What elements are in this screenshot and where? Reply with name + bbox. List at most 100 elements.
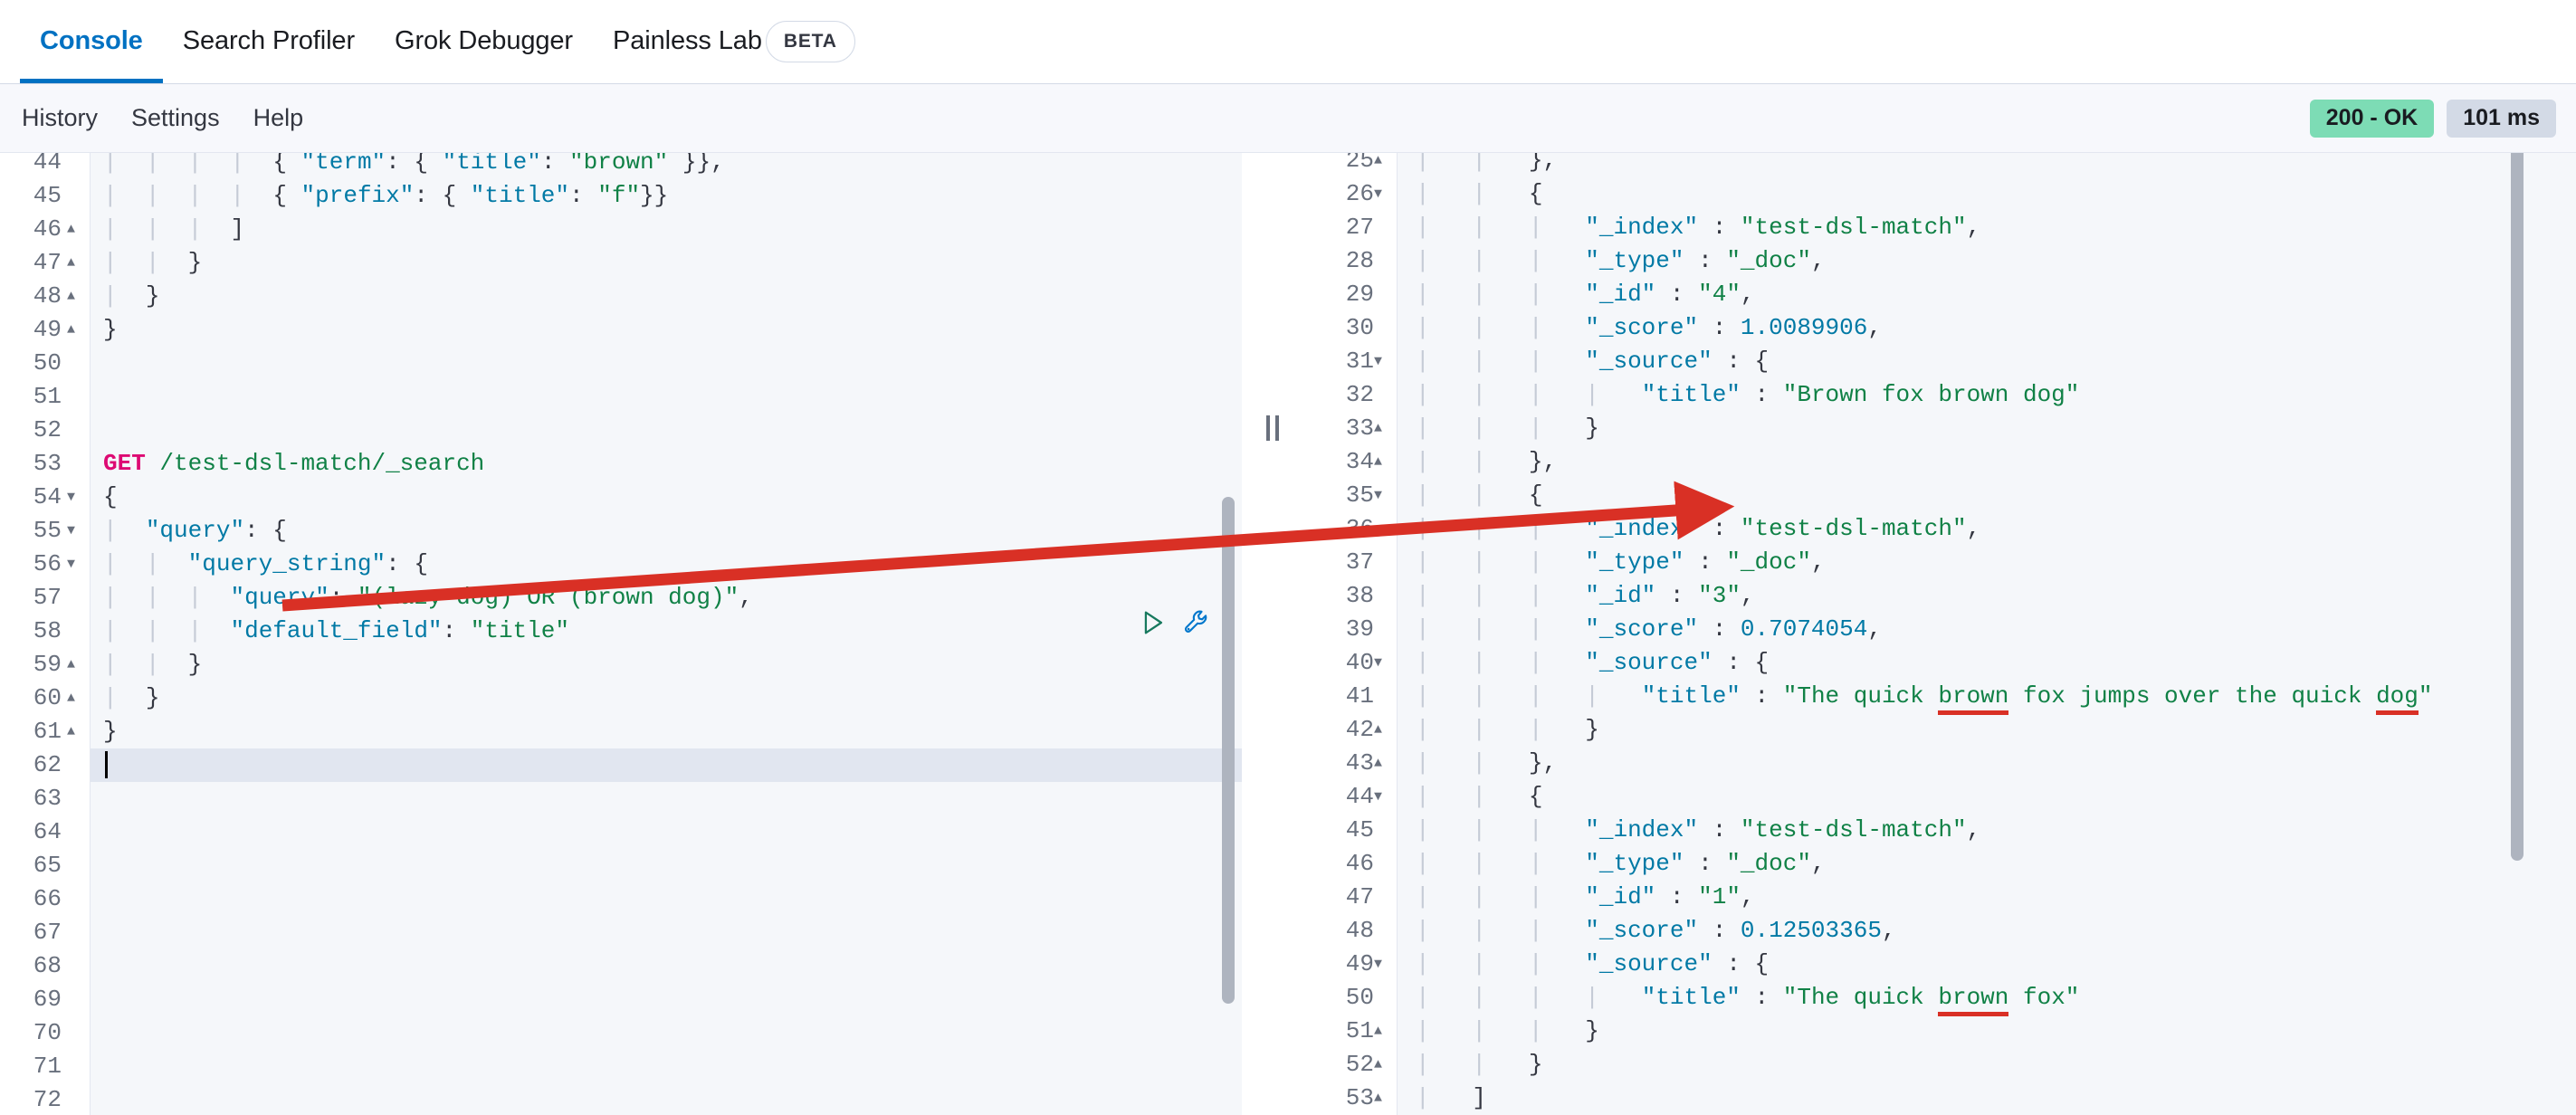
fold-toggle-icon[interactable]: ▲ xyxy=(1374,1048,1382,1082)
editor-line[interactable]: 71 xyxy=(0,1050,1242,1083)
editor-line-text: | | | "default_field": "title" xyxy=(103,617,569,644)
line-number: 48 xyxy=(33,282,62,310)
fold-toggle-icon[interactable]: ▲ xyxy=(1374,1015,1382,1048)
editor-line[interactable]: 49 ▲} xyxy=(0,313,1242,347)
tab-grok-debugger[interactable]: Grok Debugger xyxy=(375,0,593,83)
editor-line[interactable]: 58 | | | "default_field": "title" xyxy=(0,615,1242,648)
response-line: 25 ▲ | | }, xyxy=(1303,153,2576,177)
response-line: 38 | | | "_id" : "3", xyxy=(1303,579,2576,613)
editor-line[interactable]: 61 ▲} xyxy=(0,715,1242,748)
tab-search-profiler[interactable]: Search Profiler xyxy=(163,0,375,83)
response-line-text: | | | "_index" : "test-dsl-match", xyxy=(1416,214,1981,241)
pane-divider[interactable] xyxy=(1242,153,1303,1115)
line-number: 33 xyxy=(1345,415,1374,442)
request-vertical-scrollbar[interactable] xyxy=(1222,497,1235,1004)
editor-line[interactable]: 57 | | | "query": "(lazy dog) OR (brown d… xyxy=(0,581,1242,615)
editor-line[interactable]: 44 | | | | { "term": { "title": "brown" }… xyxy=(0,153,1242,179)
response-line-text: | | | "_index" : "test-dsl-match", xyxy=(1416,816,1981,843)
fold-toggle-icon[interactable]: ▼ xyxy=(67,514,75,548)
fold-toggle-icon[interactable]: ▲ xyxy=(1374,713,1382,747)
status-badge-code: 200 - OK xyxy=(2309,99,2435,138)
editor-line[interactable]: 64 xyxy=(0,815,1242,849)
line-number: 45 xyxy=(33,182,62,209)
response-viewer-code[interactable]: 25 ▲ | | }, 26 ▼ | | {27 | | | "_index" : "tes… xyxy=(1303,153,2576,1115)
editor-line-text: | | | "query": "(lazy dog) OR (brown dog… xyxy=(103,584,753,611)
split-drag-handle[interactable] xyxy=(1266,415,1279,441)
tab-console[interactable]: Console xyxy=(20,0,163,83)
response-line-text: | | | | "title" : "The quick brown fox" xyxy=(1398,981,2079,1016)
editor-line[interactable]: 72 xyxy=(0,1083,1242,1115)
line-number: 25 xyxy=(1345,153,1374,174)
editor-line[interactable]: 54 ▼ { xyxy=(0,481,1242,514)
editor-line[interactable]: 55 ▼ | "query": { xyxy=(0,514,1242,548)
request-editor-code[interactable]: 44 | | | | { "term": { "title": "brown" }… xyxy=(0,153,1242,1115)
fold-toggle-icon[interactable]: ▲ xyxy=(67,648,75,681)
toolbar-item-history[interactable]: History xyxy=(22,104,98,132)
line-number: 47 xyxy=(1345,883,1374,910)
editor-line[interactable]: 66 xyxy=(0,882,1242,916)
editor-line[interactable]: 60 ▲ | } xyxy=(0,681,1242,715)
drag-handle-bar xyxy=(1275,415,1279,441)
editor-line[interactable]: 51 xyxy=(0,380,1242,414)
editor-line[interactable]: 50 xyxy=(0,347,1242,380)
line-number: 30 xyxy=(1345,314,1374,341)
editor-line[interactable]: 68 xyxy=(0,949,1242,983)
editor-line[interactable]: 47 ▲ | | } xyxy=(0,246,1242,280)
fold-toggle-icon[interactable]: ▲ xyxy=(67,681,75,715)
fold-toggle-icon[interactable]: ▲ xyxy=(1374,445,1382,479)
fold-toggle-icon[interactable]: ▼ xyxy=(1374,780,1382,814)
fold-toggle-icon[interactable]: ▲ xyxy=(1374,747,1382,780)
line-number: 44 xyxy=(33,153,62,176)
fold-toggle-icon[interactable]: ▲ xyxy=(67,313,75,347)
editor-line-text xyxy=(91,748,122,782)
response-line-text: | | | | "title" : "The quick brown fox j… xyxy=(1398,680,2432,715)
editor-line[interactable]: 62 xyxy=(0,748,1242,782)
line-number: 48 xyxy=(1345,917,1374,944)
fold-toggle-icon[interactable]: ▲ xyxy=(1374,1082,1382,1115)
editor-line[interactable]: 56 ▼ | | "query_string": { xyxy=(0,548,1242,581)
editor-line[interactable]: 52 xyxy=(0,414,1242,447)
wrench-icon[interactable] xyxy=(1182,607,1213,638)
fold-toggle-icon[interactable]: ▲ xyxy=(67,246,75,280)
editor-line[interactable]: 53 GET /test-dsl-match/_search xyxy=(0,447,1242,481)
response-line-text: | | }, xyxy=(1416,749,1558,777)
editor-line[interactable]: 70 xyxy=(0,1016,1242,1050)
editor-line[interactable]: 45 | | | | { "prefix": { "title": "f"}} xyxy=(0,179,1242,213)
editor-line[interactable]: 63 xyxy=(0,782,1242,815)
fold-toggle-icon[interactable]: ▼ xyxy=(1374,948,1382,981)
response-line-text: | | { xyxy=(1416,783,1543,810)
fold-toggle-icon[interactable]: ▲ xyxy=(1374,153,1382,177)
editor-line[interactable]: 65 xyxy=(0,849,1242,882)
tab-painless-lab[interactable]: Painless Lab BETA xyxy=(593,0,875,83)
editor-line[interactable]: 67 xyxy=(0,916,1242,949)
fold-toggle-icon[interactable]: ▲ xyxy=(67,280,75,313)
fold-toggle-icon[interactable]: ▼ xyxy=(67,548,75,581)
response-line: 42 ▲ | | | } xyxy=(1303,713,2576,747)
editor-line[interactable]: 69 xyxy=(0,983,1242,1016)
editor-line-text: | | | | { "prefix": { "title": "f"}} xyxy=(103,182,669,209)
editor-line[interactable]: 46 ▲ | | | ] xyxy=(0,213,1242,246)
response-line-text: | | | "_source" : { xyxy=(1416,649,1770,676)
editor-line[interactable]: 59 ▲ | | } xyxy=(0,648,1242,681)
response-viewer-pane[interactable]: 25 ▲ | | }, 26 ▼ | | {27 | | | "_index" : "tes… xyxy=(1303,153,2576,1115)
console-split-view: 44 | | | | { "term": { "title": "brown" }… xyxy=(0,152,2576,1115)
toolbar-item-help[interactable]: Help xyxy=(253,104,304,132)
line-number: 70 xyxy=(33,1019,62,1046)
fold-toggle-icon[interactable]: ▲ xyxy=(67,213,75,246)
line-number: 67 xyxy=(33,919,62,946)
fold-toggle-icon[interactable]: ▼ xyxy=(1374,177,1382,211)
fold-toggle-icon[interactable]: ▼ xyxy=(1374,479,1382,512)
play-icon[interactable] xyxy=(1137,607,1168,638)
response-vertical-scrollbar[interactable] xyxy=(2511,153,2524,861)
fold-toggle-icon[interactable]: ▼ xyxy=(67,481,75,514)
editor-line-text: { xyxy=(103,483,118,510)
fold-toggle-icon[interactable]: ▲ xyxy=(1374,412,1382,445)
toolbar-item-settings[interactable]: Settings xyxy=(131,104,220,132)
fold-toggle-icon[interactable]: ▲ xyxy=(67,715,75,748)
fold-toggle-icon[interactable]: ▼ xyxy=(1374,646,1382,680)
response-line-text: | | | "_type" : "_doc", xyxy=(1416,548,1826,576)
fold-toggle-icon[interactable]: ▼ xyxy=(1374,345,1382,378)
editor-line[interactable]: 48 ▲ | } xyxy=(0,280,1242,313)
response-line: 40 ▼ | | | "_source" : { xyxy=(1303,646,2576,680)
request-editor-pane[interactable]: 44 | | | | { "term": { "title": "brown" }… xyxy=(0,153,1242,1115)
